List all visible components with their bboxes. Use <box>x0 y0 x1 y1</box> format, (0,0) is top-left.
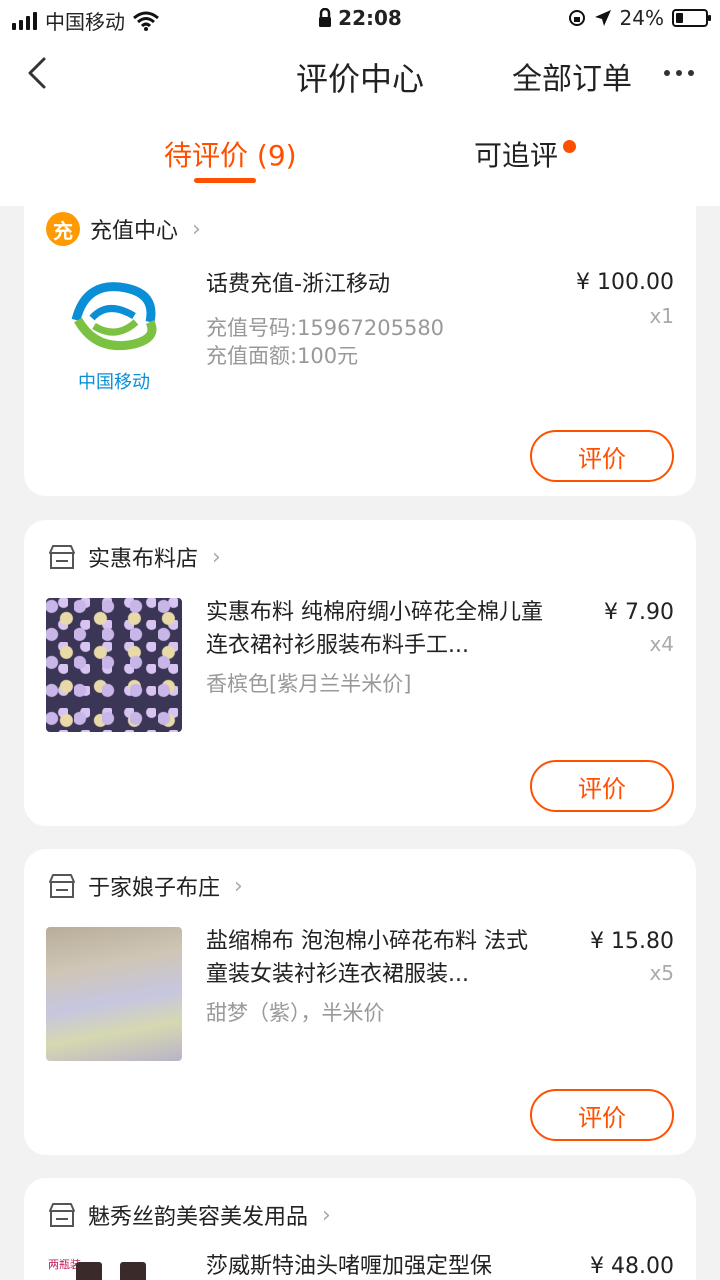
quantity: x1 <box>649 304 674 328</box>
price: ¥ 48.00 <box>590 1254 674 1279</box>
shop-name: 实惠布料店 <box>88 547 199 572</box>
tab-follow-up-review[interactable]: 可追评 <box>474 134 558 174</box>
chevron-right-icon: › <box>192 216 201 242</box>
chevron-right-icon: › <box>322 1202 331 1228</box>
product-title[interactable]: 莎威斯特油头啫喱加强定型保 <box>206 1250 546 1280</box>
tab-pending-review[interactable]: 待评价 (9) <box>164 134 297 174</box>
review-button[interactable]: 评价 <box>530 430 674 482</box>
store-icon <box>49 1203 75 1227</box>
clock: 22:08 <box>338 6 402 30</box>
review-button[interactable]: 评价 <box>530 1089 674 1141</box>
chevron-right-icon: › <box>234 873 243 899</box>
nav-bar: 评价中心 全部订单 <box>0 36 720 110</box>
shop-name: 魅秀丝韵美容美发用品 <box>88 1205 309 1230</box>
more-icon[interactable] <box>664 70 694 76</box>
product-title[interactable]: 话费充值-浙江移动 <box>206 268 546 301</box>
rotation-lock-icon <box>568 10 585 26</box>
shop-row[interactable]: 充 充值中心 › <box>46 212 201 246</box>
product-image[interactable]: 中国移动 <box>46 260 182 394</box>
status-bar: 中国移动 22:08 24% <box>0 0 720 36</box>
shop-name: 于家娘子布庄 <box>88 876 221 901</box>
store-icon <box>49 874 75 898</box>
order-card: 充 充值中心 › 中国移动 话费充值-浙江移动 充值号码:15967205580… <box>24 206 696 496</box>
logo-text: 中国移动 <box>78 372 150 393</box>
lock-icon <box>319 8 332 27</box>
product-spec: 甜梦（紫），半米价 <box>206 1001 385 1025</box>
product-image[interactable] <box>46 598 182 732</box>
review-button[interactable]: 评价 <box>530 760 674 812</box>
product-image[interactable]: 两瓶装 <box>46 1254 182 1280</box>
status-right: 24% <box>568 6 711 30</box>
product-title[interactable]: 实惠布料 纯棉府绸小碎花全棉儿童连衣裙衬衫服装布料手工... <box>206 596 546 662</box>
store-icon <box>49 545 75 569</box>
chevron-right-icon: › <box>212 544 221 570</box>
active-tab-indicator <box>194 178 256 183</box>
price: ¥ 7.90 <box>604 600 674 625</box>
product-spec: 香槟色[紫月兰半米价] <box>206 672 412 696</box>
order-card: 于家娘子布庄 › 盐缩棉布 泡泡棉小碎花布料 法式 童装女装衬衫连衣裙服装...… <box>24 849 696 1155</box>
battery-fill <box>676 13 683 23</box>
quantity: x4 <box>649 632 674 656</box>
notification-dot <box>563 140 576 153</box>
battery-percent: 24% <box>619 6 664 30</box>
quantity: x5 <box>649 961 674 985</box>
product-spec: 充值面额:100元 <box>206 344 359 368</box>
product-spec: 充值号码:15967205580 <box>206 316 445 340</box>
shop-row[interactable]: 实惠布料店 › <box>46 540 221 574</box>
all-orders-link[interactable]: 全部订单 <box>512 54 632 98</box>
recharge-icon: 充 <box>46 212 80 246</box>
shop-name: 充值中心 <box>90 219 179 244</box>
order-card: 魅秀丝韵美容美发用品 › 两瓶装 莎威斯特油头啫喱加强定型保 ¥ 48.00 <box>24 1178 696 1280</box>
product-title[interactable]: 盐缩棉布 泡泡棉小碎花布料 法式 童装女装衬衫连衣裙服装... <box>206 925 546 991</box>
battery-icon <box>672 9 711 27</box>
location-arrow-icon <box>594 10 611 26</box>
price: ¥ 15.80 <box>590 929 674 954</box>
price: ¥ 100.00 <box>576 270 674 295</box>
order-card: 实惠布料店 › 实惠布料 纯棉府绸小碎花全棉儿童连衣裙衬衫服装布料手工... 香… <box>24 520 696 826</box>
product-image[interactable] <box>46 927 182 1061</box>
shop-row[interactable]: 魅秀丝韵美容美发用品 › <box>46 1198 331 1232</box>
shop-row[interactable]: 于家娘子布庄 › <box>46 869 243 903</box>
tab-bar: 待评价 (9) 可追评 <box>0 110 720 206</box>
